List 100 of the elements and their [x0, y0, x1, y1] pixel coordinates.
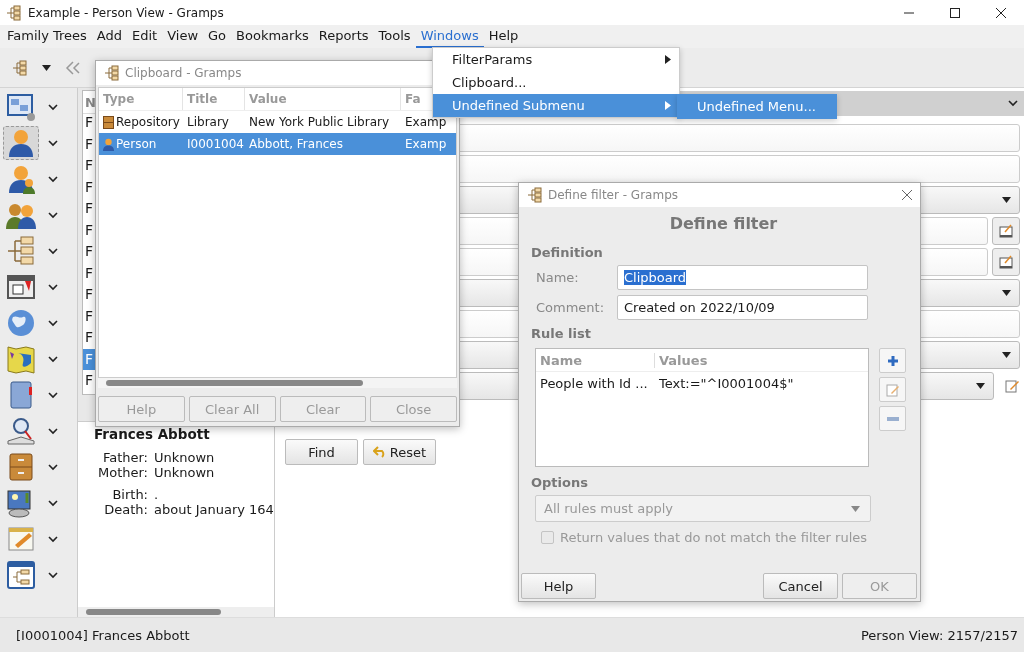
field-value: .	[154, 487, 160, 502]
section-label: Rule list	[531, 326, 592, 341]
undo-icon	[372, 446, 387, 458]
date-edit-button[interactable]	[992, 247, 1020, 276]
cell-text: People with Id ...	[539, 375, 649, 391]
person-row[interactable]: F	[83, 284, 95, 306]
dropdown-arrow-icon	[1002, 196, 1011, 203]
submenu-arrow-icon	[665, 101, 671, 110]
menu-item[interactable]: Family Trees	[2, 25, 92, 48]
edit-icon[interactable]	[1004, 377, 1020, 394]
chevron-down-icon[interactable]	[47, 283, 59, 291]
checkbox-label: Return values that do not match the filter rules	[560, 530, 868, 545]
cell-text: New York Public Library	[248, 115, 391, 129]
reset-button[interactable]: Reset	[363, 439, 436, 465]
menu-item[interactable]: Bookmarks	[231, 25, 314, 48]
cell-text: Person	[116, 137, 157, 151]
find-button[interactable]: Find	[285, 439, 358, 465]
menu-item[interactable]: Reports	[313, 25, 374, 48]
chevron-down-icon[interactable]	[47, 103, 59, 111]
person-row[interactable]: F	[83, 327, 95, 349]
chevron-down-icon[interactable]	[1008, 100, 1018, 107]
plus-icon	[886, 354, 899, 367]
dropdown-arrow-icon[interactable]	[42, 64, 51, 71]
chevron-down-icon[interactable]	[47, 427, 59, 435]
menu-item[interactable]: Tools	[373, 25, 416, 48]
person-row[interactable]: F	[83, 198, 95, 220]
name-field[interactable]: Clipboard	[617, 265, 868, 290]
cell-text: Examp	[404, 137, 448, 151]
chevron-down-icon[interactable]	[47, 319, 59, 327]
chevron-down-icon[interactable]	[47, 355, 59, 363]
field-value: Unknown	[154, 465, 216, 480]
dialog-heading: Define filter	[668, 214, 779, 233]
menu-item[interactable]: Add	[91, 25, 127, 48]
dropdown-arrow-icon	[1002, 351, 1011, 358]
cell-text: Examp	[404, 115, 448, 129]
calendar-edit-icon	[998, 253, 1014, 270]
field-label: Death:	[103, 502, 148, 517]
menu-item[interactable]: View	[162, 25, 204, 48]
person-icon[interactable]	[3, 126, 39, 160]
dialog-button[interactable]: Cancel	[763, 573, 838, 599]
person-row[interactable]: F	[83, 305, 95, 327]
calendar-edit-icon	[998, 222, 1014, 239]
person-row[interactable]: F	[83, 176, 95, 198]
dropdown-arrow-icon	[1002, 289, 1011, 296]
chevron-down-icon[interactable]	[47, 391, 59, 399]
person-row[interactable]: F	[83, 155, 95, 177]
window-title: Example - Person View - Gramps	[28, 5, 225, 20]
field-value: Unknown	[154, 450, 216, 465]
dropdown-arrow-icon	[851, 505, 860, 512]
chevron-down-icon[interactable]	[47, 175, 59, 183]
comment-field[interactable]: Created on 2022/10/09	[617, 295, 868, 320]
minus-icon	[886, 416, 899, 421]
chevron-down-icon[interactable]	[47, 247, 59, 255]
person-row[interactable]: F	[83, 370, 95, 392]
cell-text: Repository	[116, 115, 180, 129]
tree-icon[interactable]	[12, 59, 28, 76]
person-name: Frances Abbott	[94, 426, 211, 442]
person-row[interactable]: F	[83, 241, 95, 263]
field-label: Comment:	[535, 300, 606, 315]
chevron-down-icon[interactable]	[47, 139, 59, 147]
field-value: about January 164	[154, 502, 274, 517]
person-icon	[103, 137, 114, 151]
app-icon	[6, 4, 22, 21]
app-icon	[104, 65, 120, 81]
chevron-down-icon[interactable]	[47, 571, 59, 579]
submenu-arrow-icon	[665, 55, 671, 64]
field-label: Birth:	[111, 487, 148, 502]
person-row[interactable]: F	[83, 133, 95, 155]
menu-item[interactable]: FilterParams	[433, 48, 679, 71]
menu-item[interactable]: Edit	[127, 25, 163, 48]
edit-icon	[885, 382, 900, 397]
section-label: Definition	[531, 245, 604, 260]
window-title: Clipboard - Gramps	[125, 66, 243, 80]
date-edit-button[interactable]	[992, 216, 1020, 245]
field-label: Name:	[535, 270, 580, 285]
chevron-down-icon[interactable]	[47, 463, 59, 471]
dropdown-arrow-icon	[976, 382, 985, 389]
cabinet-icon	[103, 115, 114, 129]
add-button[interactable]	[879, 348, 906, 373]
app-icon	[527, 187, 543, 203]
window-title: Define filter - Gramps	[548, 188, 679, 202]
person-row[interactable]: F	[83, 262, 95, 284]
chevron-down-icon[interactable]	[47, 211, 59, 219]
cell-text: Abbott, Frances	[248, 137, 344, 151]
close-icon[interactable]	[902, 190, 912, 200]
field-label: Mother:	[97, 465, 148, 480]
person-row[interactable]: F	[83, 219, 95, 241]
menu-item[interactable]: Help	[483, 25, 524, 48]
cell-text: Text:="^I0001004$"	[658, 375, 795, 391]
chevron-down-icon[interactable]	[47, 499, 59, 507]
scrollbar[interactable]	[78, 607, 274, 617]
scrollbar[interactable]	[98, 378, 457, 388]
menu-item[interactable]: Go	[203, 25, 232, 48]
dialog-button[interactable]: Help	[521, 573, 596, 599]
person-row[interactable]: F	[83, 112, 95, 134]
chevron-down-icon[interactable]	[47, 535, 59, 543]
status-text: [I0001004] Frances Abbott	[16, 627, 190, 643]
cell-text: I0001004	[186, 137, 245, 151]
section-label: Options	[531, 475, 589, 490]
cell-text: Library	[186, 115, 230, 129]
